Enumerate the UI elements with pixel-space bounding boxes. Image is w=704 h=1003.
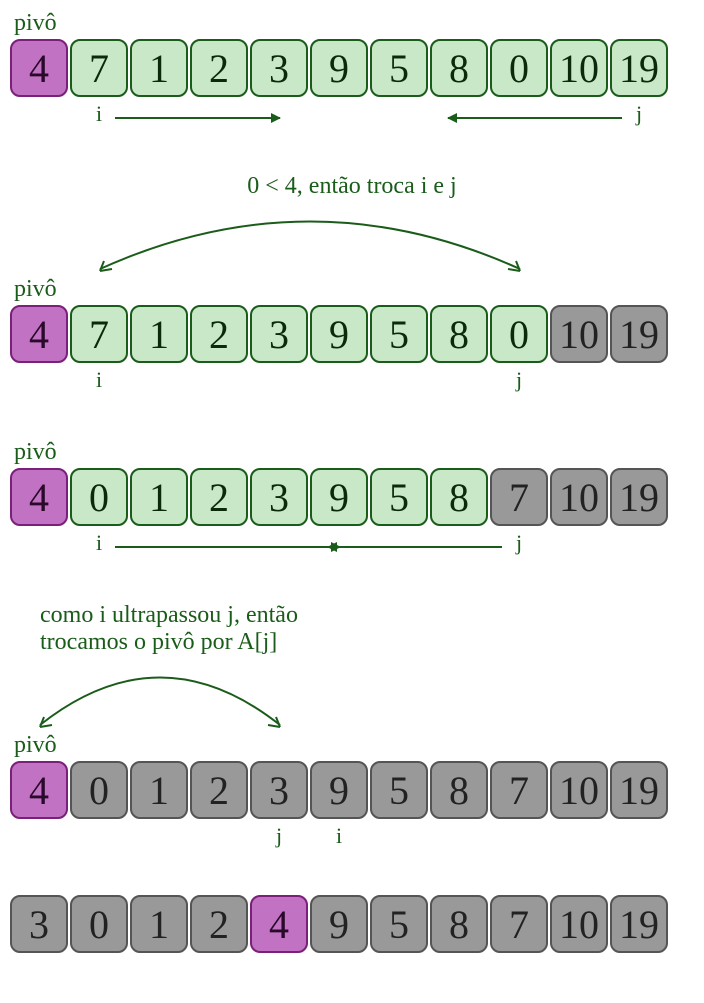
step-3: como i ultrapassou j, entãotrocamos o pi… <box>10 602 694 855</box>
cell: 19 <box>610 761 668 819</box>
cell: 7 <box>490 761 548 819</box>
array-row: 4012395871019 <box>10 761 694 819</box>
i-marker: i <box>70 530 128 556</box>
cell: 1 <box>130 895 188 953</box>
cell: 8 <box>430 468 488 526</box>
cell: 7 <box>490 895 548 953</box>
cell: 1 <box>130 468 188 526</box>
cell: 2 <box>190 895 248 953</box>
pivot-label: pivô <box>10 276 694 303</box>
cell: 4 <box>10 761 68 819</box>
index-markers: ij <box>10 823 694 855</box>
j-marker: j <box>490 530 548 556</box>
step-4: 3012495871019 <box>10 895 694 953</box>
cell: 4 <box>10 39 68 97</box>
cell: 10 <box>550 895 608 953</box>
cell: 5 <box>370 895 428 953</box>
cell: 1 <box>130 761 188 819</box>
cell: 8 <box>430 305 488 363</box>
cell: 8 <box>430 895 488 953</box>
cell: 4 <box>10 468 68 526</box>
cell: 4 <box>10 305 68 363</box>
cell: 2 <box>190 305 248 363</box>
cell: 3 <box>250 468 308 526</box>
cell: 8 <box>430 761 488 819</box>
cell: 1 <box>130 39 188 97</box>
cell: 2 <box>190 39 248 97</box>
cell: 2 <box>190 468 248 526</box>
array-row: 4012395871019 <box>10 468 694 526</box>
cell: 9 <box>310 761 368 819</box>
step-0: pivô4712395801019ij <box>10 10 694 133</box>
j-arrow <box>328 546 502 548</box>
cell: 19 <box>610 468 668 526</box>
cell: 7 <box>70 305 128 363</box>
cell: 9 <box>310 468 368 526</box>
cell: 3 <box>250 305 308 363</box>
i-marker: i <box>70 367 128 393</box>
cell: 8 <box>430 39 488 97</box>
step-2: pivô4012395871019ij <box>10 439 694 562</box>
cell: 0 <box>490 39 548 97</box>
swap-arc <box>10 660 694 730</box>
cell: 7 <box>70 39 128 97</box>
index-markers: ij <box>10 367 694 399</box>
cell: 9 <box>310 305 368 363</box>
cell: 5 <box>370 305 428 363</box>
array-row: 4712395801019 <box>10 39 694 97</box>
step-1: 0 < 4, então troca i e j pivô471239580101… <box>10 173 694 399</box>
j-arrow <box>448 117 622 119</box>
array-row: 4712395801019 <box>10 305 694 363</box>
array-row: 3012495871019 <box>10 895 694 953</box>
index-markers: ij <box>10 101 694 133</box>
cell: 3 <box>250 39 308 97</box>
cell: 19 <box>610 39 668 97</box>
cell: 5 <box>370 39 428 97</box>
j-marker: j <box>490 367 548 393</box>
cell: 0 <box>490 305 548 363</box>
cell: 10 <box>550 468 608 526</box>
j-marker: j <box>250 823 308 849</box>
cell: 5 <box>370 761 428 819</box>
i-arrow <box>115 117 280 119</box>
quicksort-diagram: pivô4712395801019ij0 < 4, então troca i … <box>10 10 694 953</box>
cell: 19 <box>610 895 668 953</box>
pivot-label: pivô <box>10 10 694 37</box>
cell: 3 <box>10 895 68 953</box>
cell: 0 <box>70 468 128 526</box>
i-marker: i <box>70 101 128 127</box>
annotation: trocamos o pivô por A[j] <box>10 629 694 656</box>
cell: 7 <box>490 468 548 526</box>
cell: 0 <box>70 895 128 953</box>
index-markers: ij <box>10 530 694 562</box>
cell: 1 <box>130 305 188 363</box>
i-marker: i <box>310 823 368 849</box>
cell: 19 <box>610 305 668 363</box>
j-marker: j <box>610 101 668 127</box>
cell: 10 <box>550 305 608 363</box>
cell: 5 <box>370 468 428 526</box>
cell: 9 <box>310 895 368 953</box>
swap-arc <box>10 204 694 274</box>
cell: 9 <box>310 39 368 97</box>
cell: 2 <box>190 761 248 819</box>
cell: 4 <box>250 895 308 953</box>
cell: 10 <box>550 39 608 97</box>
annotation: como i ultrapassou j, então <box>10 602 694 629</box>
cell: 0 <box>70 761 128 819</box>
pivot-label: pivô <box>10 439 694 466</box>
cell: 10 <box>550 761 608 819</box>
annotation: 0 < 4, então troca i e j <box>10 173 694 200</box>
cell: 3 <box>250 761 308 819</box>
pivot-label: pivô <box>10 732 694 759</box>
i-arrow <box>115 546 340 548</box>
